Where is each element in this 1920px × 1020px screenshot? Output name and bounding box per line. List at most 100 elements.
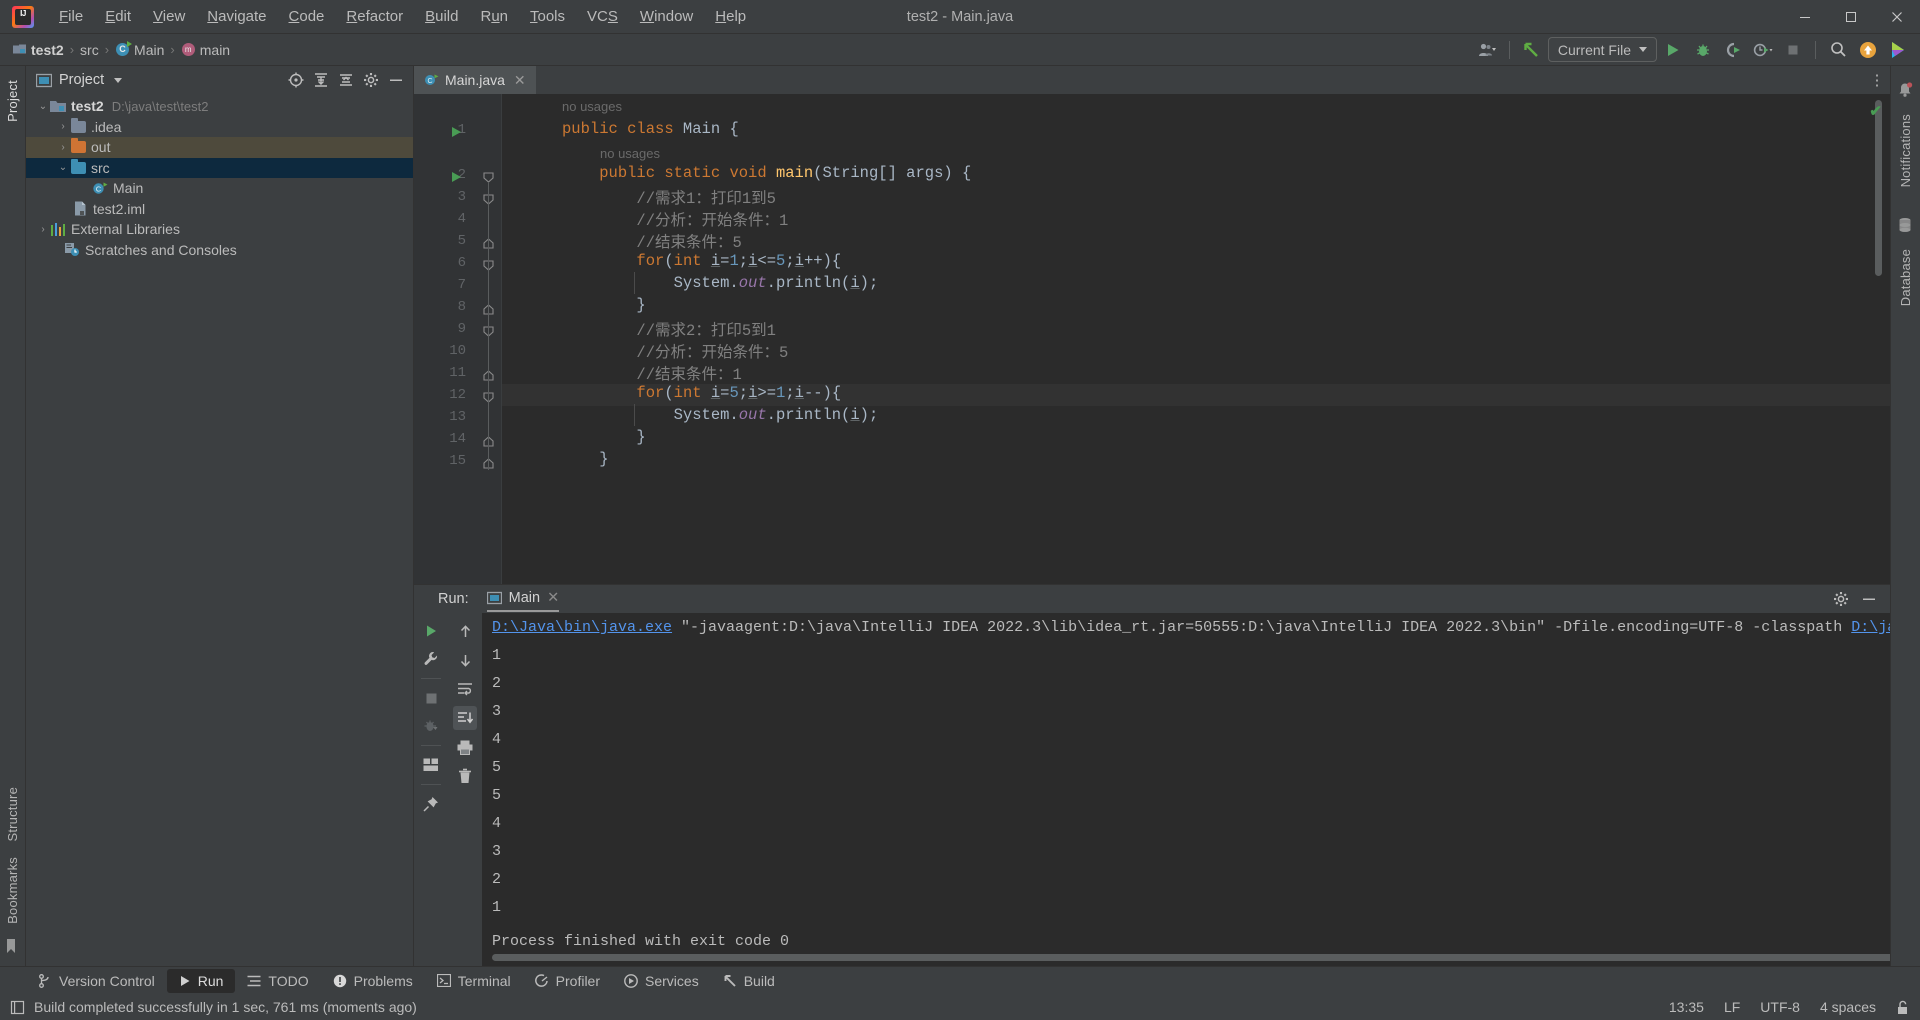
line-separator[interactable]: LF bbox=[1724, 999, 1740, 1015]
chevron-right-icon[interactable]: › bbox=[36, 224, 50, 235]
close-icon[interactable]: ✕ bbox=[547, 590, 559, 606]
file-encoding[interactable]: UTF-8 bbox=[1760, 999, 1800, 1015]
layout-settings-icon[interactable] bbox=[419, 753, 443, 777]
code-with-me-button[interactable] bbox=[1473, 37, 1501, 63]
minimize-button[interactable] bbox=[1782, 0, 1828, 34]
notifications-update-icon[interactable] bbox=[1854, 37, 1882, 63]
run-with-coverage-button[interactable] bbox=[1719, 37, 1747, 63]
settings-gear-icon[interactable] bbox=[360, 69, 382, 91]
menu-view[interactable]: View bbox=[142, 4, 196, 30]
clear-all-icon[interactable] bbox=[453, 764, 477, 788]
maximize-button[interactable] bbox=[1828, 0, 1874, 34]
debug-button[interactable] bbox=[1689, 37, 1717, 63]
menu-file[interactable]: File bbox=[48, 4, 94, 30]
editor-vertical-scrollbar[interactable] bbox=[1875, 100, 1882, 276]
run-tab-main[interactable]: Main ✕ bbox=[486, 590, 559, 612]
tree-item-out[interactable]: › out bbox=[26, 137, 413, 158]
update-project-button[interactable] bbox=[1518, 37, 1546, 63]
tree-item-scratches[interactable]: Scratches and Consoles bbox=[26, 240, 413, 261]
collapse-all-icon[interactable] bbox=[335, 69, 357, 91]
expand-all-icon[interactable] bbox=[310, 69, 332, 91]
menu-help[interactable]: Help bbox=[704, 4, 757, 30]
breadcrumb-item-project[interactable]: test2 bbox=[8, 40, 68, 60]
editor-gutter[interactable]: 1 2 3 4 5 6 7 8 9 10 11 12 13 14 15 bbox=[414, 94, 474, 584]
tree-item-iml-file[interactable]: test2.iml bbox=[26, 199, 413, 220]
chevron-right-icon[interactable]: › bbox=[56, 121, 70, 132]
rail-item-database[interactable]: Database bbox=[1898, 241, 1913, 314]
tree-item-main-class[interactable]: C Main bbox=[26, 178, 413, 199]
editor-tab-main-java[interactable]: C Main.java ✕ bbox=[414, 66, 536, 94]
hide-pane-icon[interactable] bbox=[1858, 588, 1880, 610]
rail-item-bookmarks[interactable]: Bookmarks bbox=[5, 849, 20, 932]
run-method-gutter-icon[interactable] bbox=[452, 172, 461, 182]
tool-tab-problems[interactable]: Problems bbox=[321, 969, 425, 993]
console-output[interactable]: D:\Java\bin\java.exe "-javaagent:D:\java… bbox=[482, 613, 1890, 966]
run-class-gutter-icon[interactable] bbox=[452, 127, 461, 137]
inspection-status-icon[interactable]: ✔ bbox=[1869, 102, 1882, 120]
stop-button[interactable] bbox=[419, 686, 443, 710]
indent-setting[interactable]: 4 spaces bbox=[1820, 999, 1876, 1015]
print-icon[interactable] bbox=[453, 735, 477, 759]
caret-position[interactable]: 13:35 bbox=[1669, 999, 1704, 1015]
java-exe-link[interactable]: D:\Java\bin\java.exe bbox=[492, 619, 672, 636]
console-horizontal-scrollbar[interactable] bbox=[492, 954, 1890, 961]
code-folding-gutter[interactable] bbox=[474, 94, 502, 584]
menu-run[interactable]: Run bbox=[469, 4, 519, 30]
rerun-button[interactable] bbox=[419, 619, 443, 643]
wrench-icon[interactable] bbox=[419, 647, 443, 671]
breadcrumb-item-class[interactable]: C Main bbox=[111, 40, 168, 60]
notifications-bell-icon[interactable] bbox=[1897, 82, 1915, 100]
tool-tab-build[interactable]: Build bbox=[711, 969, 787, 993]
run-button[interactable] bbox=[1659, 37, 1687, 63]
profiler-button[interactable] bbox=[1749, 37, 1777, 63]
tree-item-idea[interactable]: › .idea bbox=[26, 117, 413, 138]
scroll-up-icon[interactable] bbox=[453, 619, 477, 643]
bookmark-icon[interactable] bbox=[4, 938, 22, 956]
code-editor[interactable]: 1 2 3 4 5 6 7 8 9 10 11 12 13 14 15 no u… bbox=[414, 94, 1890, 584]
run-configuration-selector[interactable]: Current File bbox=[1547, 37, 1657, 62]
menu-edit[interactable]: Edit bbox=[94, 4, 142, 30]
tool-tab-run[interactable]: Run bbox=[166, 968, 236, 993]
tool-tab-todo[interactable]: TODO bbox=[235, 969, 320, 993]
tool-tab-version-control[interactable]: Version Control bbox=[26, 969, 167, 993]
database-icon[interactable] bbox=[1897, 217, 1915, 235]
unlocked-icon[interactable] bbox=[1896, 1000, 1910, 1015]
chevron-down-icon[interactable] bbox=[114, 77, 123, 83]
tool-tab-terminal[interactable]: Terminal bbox=[425, 969, 523, 993]
ide-logo-icon[interactable] bbox=[1884, 37, 1912, 63]
pin-icon[interactable] bbox=[419, 792, 443, 816]
scroll-to-end-icon[interactable] bbox=[453, 706, 477, 730]
rail-item-project[interactable]: Project bbox=[5, 72, 20, 130]
editor-options-icon[interactable]: ⋮ bbox=[1864, 66, 1890, 94]
close-button[interactable] bbox=[1874, 0, 1920, 34]
code-text-area[interactable]: no usages public class Main { no usages … bbox=[502, 94, 1890, 584]
select-opened-file-icon[interactable] bbox=[285, 69, 307, 91]
hide-pane-icon[interactable] bbox=[385, 69, 407, 91]
rail-item-structure[interactable]: Structure bbox=[5, 779, 20, 850]
tree-item-src[interactable]: ⌄ src bbox=[26, 157, 413, 178]
tree-item-test2[interactable]: ⌄ test2 D:\java\test\test2 bbox=[26, 96, 413, 117]
menu-tools[interactable]: Tools bbox=[519, 4, 576, 30]
menu-build[interactable]: Build bbox=[414, 4, 469, 30]
menu-window[interactable]: Window bbox=[629, 4, 704, 30]
tree-item-external-libraries[interactable]: › External Libraries bbox=[26, 219, 413, 240]
menu-vcs[interactable]: VCS bbox=[576, 4, 629, 30]
search-everywhere-icon[interactable] bbox=[1824, 37, 1852, 63]
tool-tab-profiler[interactable]: Profiler bbox=[523, 969, 612, 993]
breadcrumb-item-src[interactable]: src bbox=[76, 40, 103, 60]
chevron-down-icon[interactable]: ⌄ bbox=[56, 162, 70, 173]
scroll-down-icon[interactable] bbox=[453, 648, 477, 672]
menu-navigate[interactable]: Navigate bbox=[196, 4, 277, 30]
stop-button[interactable] bbox=[1779, 37, 1807, 63]
chevron-down-icon[interactable]: ⌄ bbox=[36, 101, 50, 112]
rail-item-notifications[interactable]: Notifications bbox=[1898, 106, 1913, 195]
close-icon[interactable]: ✕ bbox=[514, 72, 526, 89]
settings-gear-icon[interactable] bbox=[1830, 588, 1852, 610]
tool-tab-services[interactable]: Services bbox=[612, 969, 711, 993]
menu-refactor[interactable]: Refactor bbox=[335, 4, 414, 30]
stop-debugger-icon[interactable] bbox=[419, 714, 443, 738]
chevron-right-icon[interactable]: › bbox=[56, 142, 70, 153]
classpath-link[interactable]: D:\java\test\test2\out\prod bbox=[1851, 619, 1890, 636]
soft-wrap-icon[interactable] bbox=[453, 677, 477, 701]
breadcrumb-item-method[interactable]: m main bbox=[177, 40, 234, 60]
